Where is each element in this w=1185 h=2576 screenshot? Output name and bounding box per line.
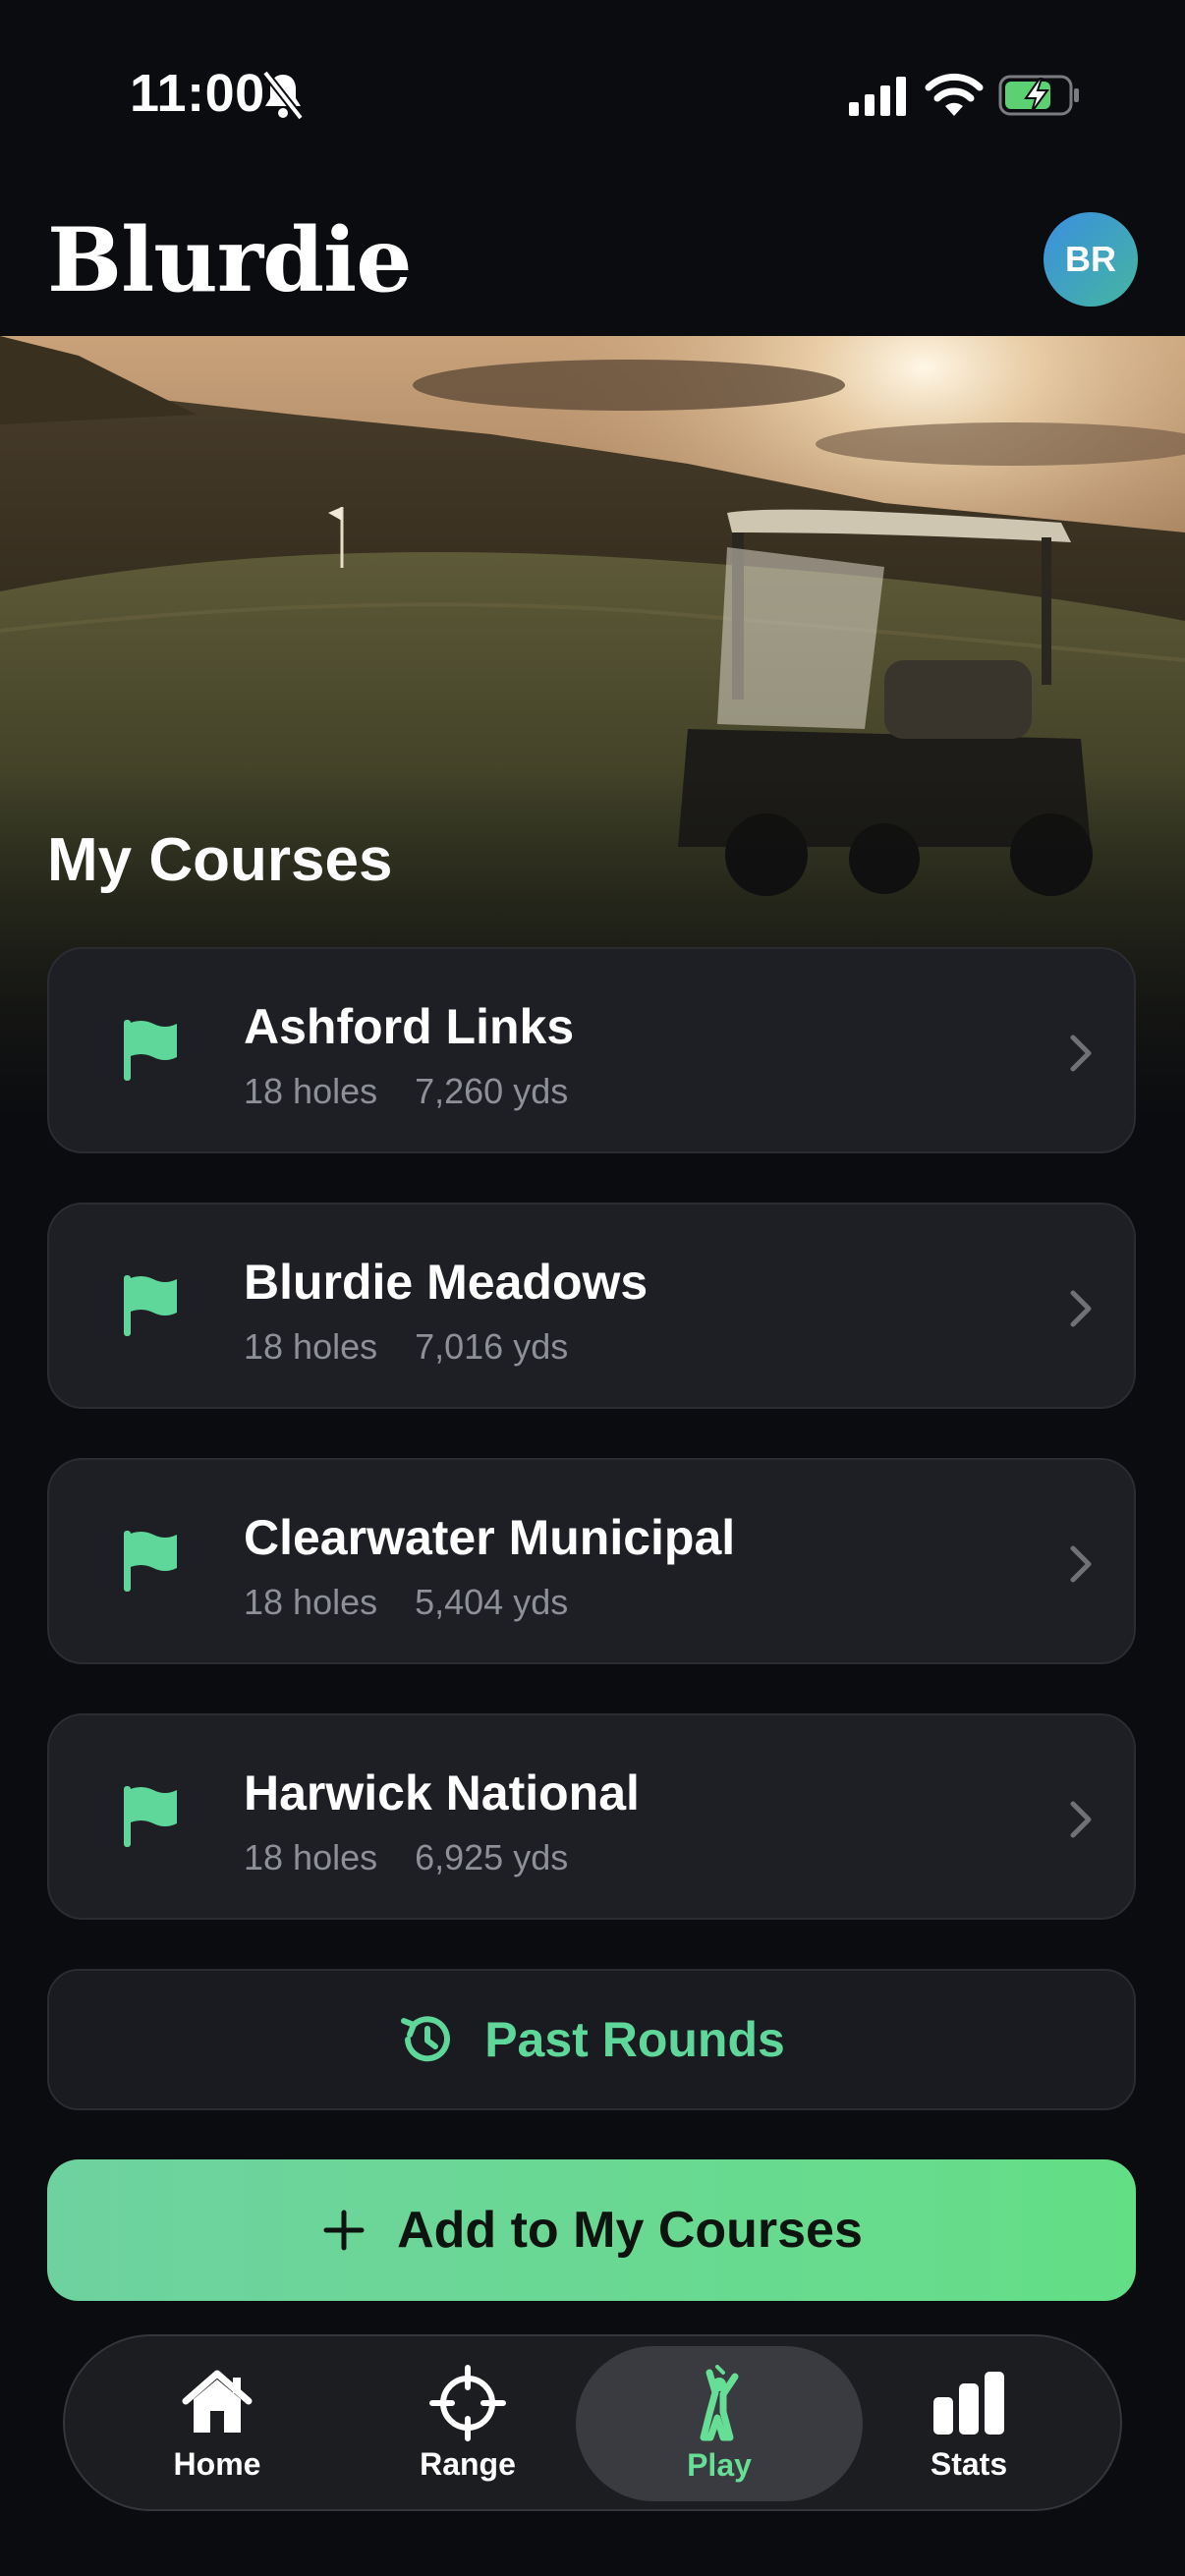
bar-chart-icon: [933, 2371, 1004, 2435]
wifi-icon: [925, 73, 984, 116]
tab-home[interactable]: Home: [153, 2336, 281, 2509]
section-title: My Courses: [47, 826, 393, 894]
chevron-right-icon: [1070, 1801, 1092, 1838]
flag-icon: [124, 1531, 177, 1592]
cellular-signal-icon: [849, 77, 906, 116]
chevron-right-icon: [1070, 1545, 1092, 1583]
course-card[interactable]: Blurdie Meadows 18 holes 7,016 yds: [47, 1203, 1136, 1409]
course-name: Clearwater Municipal: [244, 1510, 736, 1565]
bell-muted-icon: [261, 70, 305, 121]
course-holes: 18 holes: [244, 1837, 378, 1877]
flag-icon: [124, 1275, 177, 1336]
flag-icon: [124, 1786, 177, 1847]
tab-label: Play: [687, 2446, 752, 2483]
flag-icon: [124, 1020, 177, 1081]
tab-label: Home: [173, 2445, 261, 2482]
past-rounds-label: Past Rounds: [484, 2012, 785, 2067]
course-card[interactable]: Harwick National 18 holes 6,925 yds: [47, 1713, 1136, 1920]
course-meta: 18 holes 6,925 yds: [244, 1837, 568, 1878]
chevron-right-icon: [1070, 1290, 1092, 1327]
course-meta: 18 holes 7,260 yds: [244, 1071, 568, 1112]
avatar[interactable]: BR: [1044, 212, 1138, 307]
battery-charging-icon: [998, 75, 1079, 116]
status-bar: 11:00: [0, 0, 1185, 187]
tab-stats[interactable]: Stats: [905, 2336, 1033, 2509]
status-time: 11:00: [130, 64, 265, 123]
tab-range[interactable]: Range: [404, 2336, 532, 2509]
golfer-icon: [700, 2364, 739, 2440]
course-yards: 7,260 yds: [415, 1071, 569, 1111]
history-icon: [401, 2016, 451, 2062]
tab-label: Stats: [930, 2445, 1008, 2482]
course-name: Blurdie Meadows: [244, 1255, 649, 1310]
course-yards: 5,404 yds: [415, 1582, 569, 1622]
tab-play[interactable]: Play: [576, 2346, 863, 2501]
course-card[interactable]: Ashford Links 18 holes 7,260 yds: [47, 947, 1136, 1153]
course-yards: 6,925 yds: [415, 1837, 569, 1877]
course-name: Harwick National: [244, 1765, 640, 1820]
course-meta: 18 holes 7,016 yds: [244, 1326, 568, 1368]
course-holes: 18 holes: [244, 1071, 378, 1111]
course-card[interactable]: Clearwater Municipal 18 holes 5,404 yds: [47, 1458, 1136, 1664]
add-course-label: Add to My Courses: [397, 2202, 863, 2259]
past-rounds-button[interactable]: Past Rounds: [47, 1969, 1136, 2110]
tab-label: Range: [420, 2445, 516, 2482]
add-course-button[interactable]: Add to My Courses: [47, 2159, 1136, 2301]
course-name: Ashford Links: [244, 999, 575, 1054]
course-holes: 18 holes: [244, 1582, 378, 1622]
chevron-right-icon: [1070, 1035, 1092, 1072]
app-logo: Blurdie: [47, 208, 412, 312]
course-holes: 18 holes: [244, 1326, 378, 1367]
crosshair-icon: [429, 2364, 506, 2441]
course-yards: 7,016 yds: [415, 1326, 569, 1367]
home-icon: [182, 2370, 253, 2433]
course-meta: 18 holes 5,404 yds: [244, 1582, 568, 1623]
tab-bar: Home Range Play Stats: [63, 2334, 1122, 2511]
plus-icon: [323, 2210, 365, 2251]
